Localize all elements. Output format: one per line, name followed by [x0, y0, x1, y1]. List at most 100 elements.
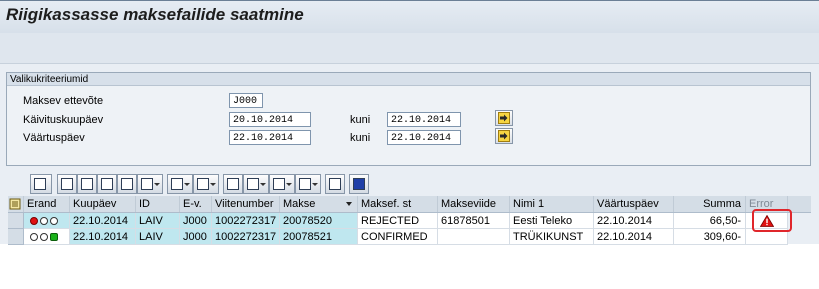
status-lights	[24, 229, 70, 245]
col-header-erand[interactable]: Erand	[24, 196, 70, 212]
sum-button[interactable]	[167, 174, 193, 194]
cell-summa: 66,50-	[674, 213, 746, 229]
selection-criteria-group: Valikukriteeriumid Maksev ettevõte J000 …	[6, 72, 811, 166]
col-header-ev[interactable]: E-v.	[180, 196, 212, 212]
print-icon	[61, 178, 73, 190]
red-light-icon	[30, 217, 38, 225]
chevron-down-icon	[154, 183, 160, 186]
spreadsheet-button[interactable]	[269, 174, 295, 194]
details-button[interactable]	[30, 174, 52, 194]
chevron-down-icon	[184, 183, 190, 186]
print-button[interactable]	[57, 174, 77, 194]
cell-viitenumber: 1002272317	[212, 213, 280, 229]
cell-vaartuspaev: 22.10.2014	[594, 229, 674, 245]
layout-icon	[299, 178, 311, 190]
cell-vaartuspaev: 22.10.2014	[594, 213, 674, 229]
label-paying-company: Maksev ettevõte	[23, 95, 104, 107]
value-date-multiple-selection-button[interactable]	[495, 128, 513, 144]
value-date-from-input[interactable]: 22.10.2014	[229, 130, 311, 145]
filter-button[interactable]	[77, 174, 97, 194]
info-icon	[353, 178, 365, 190]
cell-maksef-st: CONFIRMED	[358, 229, 438, 245]
subtotal-icon	[197, 178, 209, 190]
run-date-to-label: kuni	[350, 114, 371, 126]
print-preview-button[interactable]	[223, 174, 243, 194]
col-header-nimi-1[interactable]: Nimi 1	[510, 196, 594, 212]
yellow-light-off-icon	[40, 233, 48, 241]
cell-summa: 309,60-	[674, 229, 746, 245]
cell-makse: 20078520	[280, 213, 358, 229]
find-next-icon	[121, 178, 133, 190]
run-date-multiple-selection-button[interactable]	[495, 110, 513, 126]
col-header-summa[interactable]: Summa	[674, 196, 746, 212]
cell-kuupaev: 22.10.2014	[70, 213, 136, 229]
filter-icon	[81, 178, 93, 190]
cell-maksef-st: REJECTED	[358, 213, 438, 229]
application-toolbar	[0, 33, 819, 64]
spreadsheet-icon	[273, 178, 285, 190]
chevron-down-icon	[286, 183, 292, 186]
find-next-button[interactable]	[117, 174, 137, 194]
cell-nimi-1: TRÜKIKUNST	[510, 229, 594, 245]
row-selector[interactable]	[8, 229, 24, 245]
print-preview-icon	[227, 178, 239, 190]
col-header-makse-label: Makse	[283, 198, 316, 210]
col-header-vaartuspaev[interactable]: Väärtuspäev	[594, 196, 674, 212]
cell-kuupaev: 22.10.2014	[70, 229, 136, 245]
arrow-right-icon	[498, 112, 510, 124]
yellow-light-off-icon	[40, 217, 48, 225]
sort-descending-icon	[346, 202, 352, 206]
set-filter-icon	[141, 178, 153, 190]
export-button[interactable]	[243, 174, 269, 194]
cell-ev: J000	[180, 229, 212, 245]
info-button[interactable]	[349, 174, 369, 194]
cell-makseviide: 61878501	[438, 213, 510, 229]
cell-ev: J000	[180, 213, 212, 229]
set-filter-button[interactable]	[137, 174, 163, 194]
error-highlight-marker	[752, 209, 792, 232]
title-bar: Riigikassasse maksefailide saatmine	[0, 0, 819, 34]
column-button[interactable]	[325, 174, 345, 194]
chevron-down-icon	[260, 183, 266, 186]
export-icon	[247, 178, 259, 190]
paying-company-input[interactable]: J000	[229, 93, 263, 108]
status-lights	[24, 213, 70, 229]
green-light-icon	[50, 233, 58, 241]
green-light-off-icon	[50, 217, 58, 225]
col-header-maksef-st[interactable]: Maksef. st	[358, 196, 438, 212]
label-value-date: Väärtuspäev	[23, 132, 85, 144]
chevron-down-icon	[312, 183, 318, 186]
find-icon	[101, 178, 113, 190]
column-icon	[329, 178, 341, 190]
select-all-icon	[9, 198, 21, 210]
window-title: Riigikassasse maksefailide saatmine	[6, 5, 304, 24]
subtotal-button[interactable]	[193, 174, 219, 194]
arrow-right-icon	[498, 130, 510, 142]
grid-header: Erand Kuupäev ID E-v. Viitenumber Makse …	[8, 196, 811, 213]
run-date-to-input[interactable]: 22.10.2014	[387, 112, 461, 127]
value-date-to-input[interactable]: 22.10.2014	[387, 130, 461, 145]
cell-id: LAIV	[136, 213, 180, 229]
col-header-kuupaev[interactable]: Kuupäev	[70, 196, 136, 212]
red-light-off-icon	[30, 233, 38, 241]
chevron-down-icon	[210, 183, 216, 186]
find-button[interactable]	[97, 174, 117, 194]
col-header-makse[interactable]: Makse	[280, 196, 358, 212]
layout-button[interactable]	[295, 174, 321, 194]
cell-makseviide	[438, 229, 510, 245]
table-row[interactable]: 22.10.2014 LAIV J000 1002272317 20078520…	[8, 213, 811, 229]
col-header-viitenumber[interactable]: Viitenumber	[212, 196, 280, 212]
cell-nimi-1: Eesti Teleko	[510, 213, 594, 229]
col-header-makseviide[interactable]: Makseviide	[438, 196, 510, 212]
table-row[interactable]: 22.10.2014 LAIV J000 1002272317 20078521…	[8, 229, 811, 245]
row-selector[interactable]	[8, 213, 24, 229]
main-content: Valikukriteeriumid Maksev ettevõte J000 …	[0, 64, 819, 245]
value-date-to-label: kuni	[350, 132, 371, 144]
cell-makse: 20078521	[280, 229, 358, 245]
cell-id: LAIV	[136, 229, 180, 245]
select-all-button[interactable]	[8, 196, 24, 212]
criteria-group-title: Valikukriteeriumid	[7, 73, 810, 86]
run-date-from-input[interactable]: 20.10.2014	[229, 112, 311, 127]
col-header-id[interactable]: ID	[136, 196, 180, 212]
sum-icon	[171, 178, 183, 190]
